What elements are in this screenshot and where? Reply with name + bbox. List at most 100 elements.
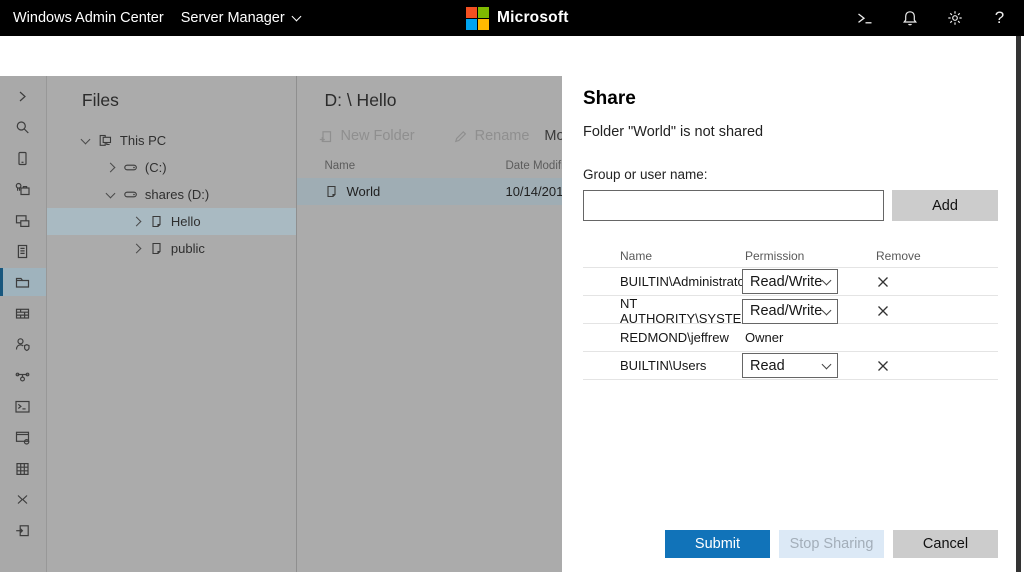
remove-button[interactable] [876, 275, 998, 289]
column-permission: Permission [745, 249, 805, 263]
folder-icon [324, 184, 339, 199]
rename-button[interactable]: Rename [453, 128, 529, 144]
column-remove: Remove [876, 249, 921, 263]
principal-name: BUILTIN\Users [620, 358, 707, 373]
rail-expand-button[interactable] [0, 82, 46, 110]
chevron-down-icon[interactable] [80, 134, 91, 144]
top-bar-actions: ? [842, 0, 1022, 36]
rail-files-button[interactable] [0, 268, 46, 296]
chevron-down-icon [821, 305, 832, 315]
rail-registry-button[interactable] [0, 454, 46, 482]
share-panel-title: Share [583, 88, 636, 109]
tool-rail [0, 76, 47, 572]
chevron-right-icon[interactable] [105, 162, 116, 173]
firewall-icon [16, 308, 30, 319]
services-import-icon [16, 524, 30, 536]
rail-powershell-button[interactable] [0, 392, 46, 420]
folder-tree: This PC (C:) shares (D:) Hello public [46, 127, 297, 262]
chevron-down-icon [291, 11, 302, 22]
help-icon[interactable]: ? [977, 0, 1022, 36]
file-list-panel: D: \ Hello New Folder Rename More Name D… [297, 76, 562, 572]
chevron-right-icon[interactable] [131, 243, 142, 254]
tree-item-label: shares (D:) [144, 187, 210, 202]
tree-item-label: Hello [170, 214, 201, 229]
drive-icon [123, 187, 138, 202]
rail-devices-button[interactable] [0, 206, 46, 234]
pencil-icon [454, 130, 466, 142]
files-folder-icon [16, 277, 30, 288]
column-date-modified[interactable]: Date Modified [505, 160, 562, 172]
rail-firewall-button[interactable] [0, 299, 46, 327]
stop-sharing-button[interactable]: Stop Sharing [779, 530, 884, 558]
rail-scheduled-tasks-button[interactable] [0, 485, 46, 513]
tree-item-shares-d-drive[interactable]: shares (D:) [47, 181, 297, 208]
cancel-button[interactable]: Cancel [893, 530, 998, 558]
remove-button[interactable] [876, 304, 998, 318]
pc-icon [98, 133, 113, 148]
sub-header-strip [0, 36, 1024, 76]
notifications-bell-icon[interactable] [887, 0, 932, 36]
powershell-icon[interactable] [842, 0, 887, 36]
permission-select[interactable]: Read/Write [742, 298, 838, 324]
rail-events-button[interactable] [0, 237, 46, 265]
files-tree-panel: Files This PC (C:) shares (D:) Hello pub… [46, 76, 298, 572]
permissions-table: Name Permission Remove BUILTIN\Administr… [583, 245, 998, 380]
rail-certificates-button[interactable] [0, 175, 46, 203]
new-folder-button[interactable]: New Folder [318, 128, 415, 144]
tree-item-label: (C:) [144, 160, 167, 175]
microsoft-brand: Microsoft [466, 0, 569, 36]
permission-select[interactable]: Read [742, 353, 838, 378]
powershell-window-icon [15, 400, 31, 413]
group-user-input[interactable] [583, 190, 884, 221]
search-icon [17, 120, 30, 133]
tree-item-c-drive[interactable]: (C:) [47, 154, 297, 181]
submit-button[interactable]: Submit [665, 530, 770, 558]
rail-networks-button[interactable] [0, 361, 46, 389]
permission-row-owner: REDMOND\jeffrew Owner [583, 324, 998, 352]
file-list-header: Name Date Modified [297, 157, 562, 177]
rail-remote-desktop-button[interactable] [0, 423, 46, 451]
panel-title: Files [81, 90, 119, 110]
devices-icon [16, 214, 30, 227]
app-title[interactable]: Windows Admin Center [13, 10, 164, 26]
expand-chevron-icon [20, 91, 27, 101]
rail-services-button[interactable] [0, 516, 46, 544]
file-toolbar: New Folder Rename More [318, 128, 562, 144]
users-shield-icon [16, 337, 31, 351]
remove-x-icon [878, 276, 888, 287]
permission-row-system: NT AUTHORITY\SYSTEM Read/Write [583, 296, 998, 326]
vertical-scrollbar[interactable] [1016, 36, 1021, 572]
solution-picker[interactable]: Server Manager [181, 10, 302, 26]
folder-icon [149, 214, 164, 229]
rail-local-users-button[interactable] [0, 330, 46, 358]
permission-row-administrators: BUILTIN\Administrators Read/Write [583, 268, 998, 296]
permission-row-users: BUILTIN\Users Read [583, 352, 998, 380]
settings-gear-icon[interactable] [932, 0, 977, 36]
remote-desktop-icon [16, 431, 30, 445]
add-button[interactable]: Add [892, 190, 998, 221]
chevron-down-icon[interactable] [105, 188, 116, 198]
remove-button[interactable] [876, 359, 998, 373]
folder-icon [149, 241, 164, 256]
new-folder-icon [320, 130, 332, 142]
networks-icon [16, 372, 30, 382]
more-button[interactable]: More [544, 128, 562, 144]
remove-x-icon [878, 306, 888, 316]
tree-item-label: public [170, 241, 205, 256]
drive-icon [123, 160, 138, 175]
principal-name: NT AUTHORITY\SYSTEM [620, 296, 753, 326]
chevron-down-icon [821, 275, 832, 286]
tree-item-this-pc[interactable]: This PC [47, 127, 297, 154]
group-user-label: Group or user name: [583, 167, 708, 182]
permission-select[interactable]: Read/Write [742, 269, 838, 294]
registry-grid-icon [16, 462, 30, 475]
rail-search-button[interactable] [0, 113, 46, 141]
current-path-title: D: \ Hello [324, 90, 397, 110]
permission-text: Owner [745, 330, 784, 345]
chevron-right-icon[interactable] [131, 216, 142, 227]
rail-overview-button[interactable] [0, 144, 46, 172]
tree-item-public[interactable]: public [47, 235, 297, 262]
file-row-world-selected[interactable]: World 10/14/2016 [297, 178, 562, 205]
column-name[interactable]: Name [324, 160, 355, 172]
tree-item-hello-selected[interactable]: Hello [46, 208, 297, 235]
